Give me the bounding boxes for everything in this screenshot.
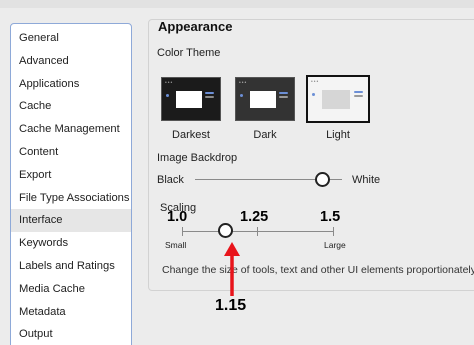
- theme-light-label[interactable]: Light: [307, 129, 369, 141]
- tool-dot-icon: [166, 94, 169, 97]
- sidebar-item-export[interactable]: Export: [11, 164, 131, 187]
- theme-dark-label[interactable]: Dark: [234, 129, 296, 141]
- sidebar-item-content[interactable]: Content: [11, 141, 131, 164]
- sidebar-list: General Advanced Applications Cache Cach…: [11, 24, 131, 345]
- theme-dark-swatch[interactable]: •••: [235, 77, 295, 121]
- sidebar-item-applications[interactable]: Applications: [11, 73, 131, 96]
- sidebar-item-advanced[interactable]: Advanced: [11, 50, 131, 73]
- sidebar-item-cache[interactable]: Cache: [11, 95, 131, 118]
- theme-light-swatch[interactable]: •••: [306, 75, 370, 123]
- annotation-tick-min: 1.0: [167, 209, 188, 225]
- backdrop-white-label: White: [352, 174, 381, 186]
- top-strip: [0, 0, 474, 8]
- sidebar-item-output[interactable]: Output: [11, 323, 131, 345]
- annotation-tick-mid: 1.25: [240, 209, 269, 225]
- sidebar-item-media-cache[interactable]: Media Cache: [11, 278, 131, 301]
- backdrop-black-label: Black: [157, 174, 184, 186]
- panel-lines-icon: [279, 92, 291, 102]
- preview-screen: [250, 91, 276, 108]
- scaling-tick-mid: [257, 227, 258, 236]
- sidebar-item-general[interactable]: General: [11, 27, 131, 50]
- scaling-slider-track[interactable]: [182, 231, 334, 232]
- theme-darkest-swatch[interactable]: •••: [161, 77, 221, 121]
- scaling-slider-thumb[interactable]: [218, 223, 233, 238]
- tool-dot-icon: [312, 93, 315, 96]
- color-theme-label: Color Theme: [157, 47, 221, 59]
- panel-lines-icon: [354, 91, 366, 101]
- appearance-title: Appearance: [158, 19, 233, 34]
- panel-lines-icon: [205, 92, 217, 102]
- window-dots-icon: •••: [239, 80, 248, 86]
- preferences-sidebar: General Advanced Applications Cache Cach…: [10, 23, 132, 345]
- tool-dot-icon: [240, 94, 243, 97]
- window-dots-icon: •••: [165, 80, 174, 86]
- scaling-description: Change the size of tools, text and other…: [162, 264, 474, 276]
- scaling-large-label: Large: [324, 240, 346, 250]
- sidebar-item-keywords[interactable]: Keywords: [11, 232, 131, 255]
- sidebar-item-cache-management[interactable]: Cache Management: [11, 118, 131, 141]
- preview-screen: [322, 90, 350, 109]
- preview-screen: [176, 91, 202, 108]
- image-backdrop-label: Image Backdrop: [157, 152, 238, 164]
- annotation-pointer-value: 1.15: [215, 297, 247, 314]
- sidebar-item-interface[interactable]: Interface: [11, 209, 131, 233]
- theme-darkest-label[interactable]: Darkest: [160, 129, 222, 141]
- scaling-small-label: Small: [165, 240, 187, 250]
- sidebar-item-labels-and-ratings[interactable]: Labels and Ratings: [11, 255, 131, 278]
- scaling-tick-min: [182, 227, 183, 236]
- scaling-tick-max: [333, 227, 334, 236]
- red-arrow-icon: [224, 242, 240, 296]
- backdrop-slider-thumb[interactable]: [315, 172, 330, 187]
- sidebar-item-metadata[interactable]: Metadata: [11, 301, 131, 324]
- window-dots-icon: •••: [311, 79, 320, 85]
- preferences-window: General Advanced Applications Cache Cach…: [0, 0, 474, 345]
- annotation-tick-max: 1.5: [320, 209, 341, 225]
- sidebar-item-file-type-associations[interactable]: File Type Associations: [11, 187, 131, 210]
